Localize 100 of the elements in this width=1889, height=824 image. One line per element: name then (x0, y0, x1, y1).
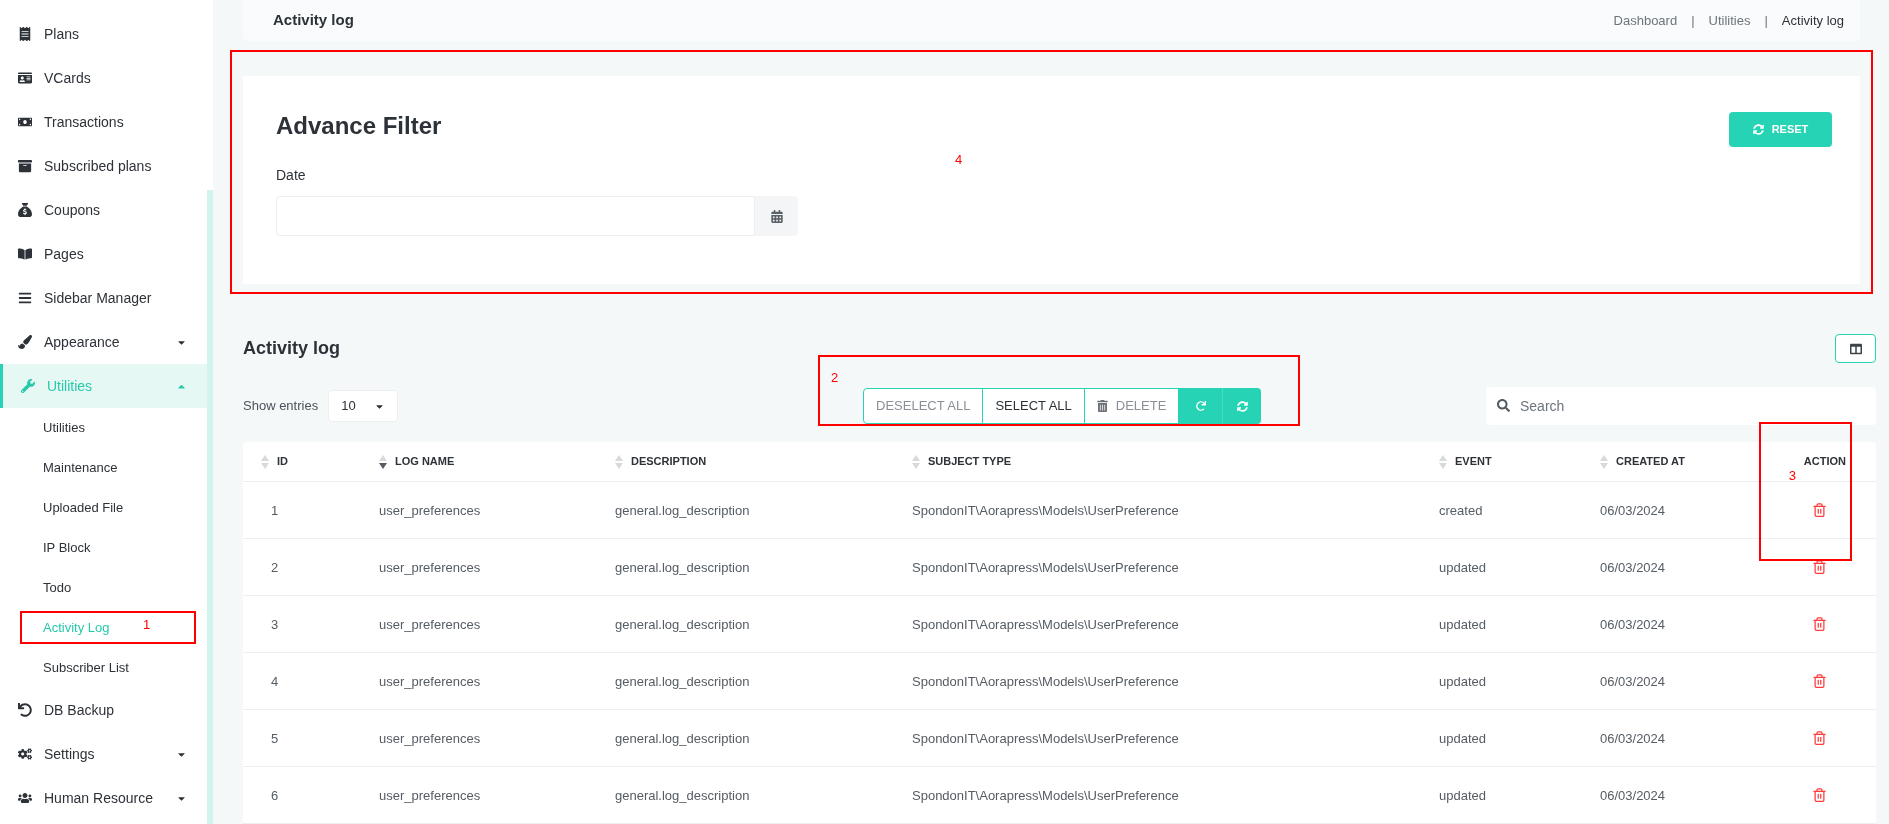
table-cell: SpondonIT\Aorapress\Models\UserPreference (912, 503, 1179, 518)
sidebar-subitem[interactable]: Subscriber List (43, 658, 129, 678)
annotation-number: 2 (831, 371, 839, 384)
book-icon (18, 247, 32, 261)
sidebar-item[interactable]: Subscribed plans (0, 144, 207, 188)
annotation-number: 1 (143, 618, 151, 631)
table-cell: 06/03/2024 (1600, 560, 1666, 575)
annotation-number: 4 (955, 153, 963, 166)
table-cell: 5 (271, 731, 279, 746)
section-title: Activity log (243, 337, 340, 360)
table-cell: 06/03/2024 (1600, 788, 1666, 803)
sidebar-item[interactable]: Coupons (0, 188, 207, 232)
table-cell: general.log_description (615, 674, 750, 689)
brush-icon (18, 335, 32, 349)
table-cell: 06/03/2024 (1600, 731, 1666, 746)
calendar-icon (770, 209, 783, 223)
calendar-button[interactable] (755, 196, 798, 236)
column-header[interactable]: CREATED AT (1616, 453, 1685, 470)
column-header[interactable]: ID (277, 453, 288, 470)
field-label: Date (276, 166, 307, 185)
breadcrumb-link[interactable]: Utilities (1708, 10, 1751, 31)
archive-icon (18, 159, 32, 173)
sidebar-item[interactable]: Settings (0, 732, 207, 776)
breadcrumb-link[interactable]: Dashboard (1613, 10, 1678, 31)
sidebar-item[interactable]: VCards (0, 56, 207, 100)
sidebar-subitem[interactable]: Utilities (43, 418, 85, 438)
sidebar-item[interactable]: Appearance (0, 320, 207, 364)
table-cell: user_preferences (379, 503, 481, 518)
sort-icon[interactable] (379, 454, 387, 469)
column-header[interactable]: EVENT (1455, 453, 1492, 470)
sidebar-item[interactable]: Pages (0, 232, 207, 276)
delete-icon[interactable] (1812, 730, 1827, 746)
sidebar-item[interactable]: Human Resource (0, 776, 207, 820)
table-cell: user_preferences (379, 617, 481, 632)
entries-select[interactable]: 10 (328, 390, 399, 422)
table-cell: updated (1439, 788, 1486, 803)
sidebar-item[interactable]: Transactions (0, 100, 207, 144)
undo-icon (18, 703, 32, 717)
show-entries-label: Show entries (243, 397, 319, 416)
table-cell: 3 (271, 617, 279, 632)
breadcrumb-separator: | (1691, 11, 1695, 30)
settings-icon (18, 747, 32, 761)
columns-icon (1849, 342, 1862, 355)
breadcrumb-current: Activity log (1781, 11, 1844, 30)
table-cell: 6 (271, 788, 279, 803)
scrollbar[interactable] (207, 190, 213, 824)
receipt-icon (18, 27, 32, 41)
table-cell: general.log_description (615, 560, 750, 575)
search-field[interactable]: Search (1486, 387, 1876, 425)
column-header[interactable]: ACTION (1803, 453, 1846, 470)
bulk-action-button[interactable]: SELECT ALL (982, 388, 1085, 424)
table-cell: SpondonIT\Aorapress\Models\UserPreference (912, 674, 1179, 689)
table-cell: user_preferences (379, 788, 481, 803)
table-cell: user_preferences (379, 674, 481, 689)
table-cell: general.log_description (615, 731, 750, 746)
refresh-icon (1752, 124, 1764, 135)
sidebar-subitem[interactable]: Todo (43, 578, 72, 598)
reload-icon (1195, 401, 1206, 411)
money-bag-icon (18, 203, 32, 217)
filter-title: Advance Filter (276, 111, 442, 141)
table-cell: 1 (271, 503, 279, 518)
column-header[interactable]: DESCRIPTION (631, 453, 707, 470)
table-cell: 4 (271, 674, 279, 689)
annotation-number: 3 (1788, 469, 1796, 482)
search-icon (1497, 399, 1510, 412)
table-cell: user_preferences (379, 560, 481, 575)
column-header[interactable]: LOG NAME (395, 453, 455, 470)
sidebar-subitem[interactable]: Maintenance (43, 458, 118, 478)
table-cell: updated (1439, 674, 1486, 689)
users-icon (18, 791, 32, 805)
table-cell: SpondonIT\Aorapress\Models\UserPreference (912, 731, 1179, 746)
sidebar-item[interactable]: Plans (0, 12, 207, 56)
delete-icon[interactable] (1812, 673, 1827, 689)
table-cell: created (1439, 503, 1483, 518)
column-header[interactable]: SUBJECT TYPE (928, 453, 1012, 470)
table-cell: 2 (271, 560, 279, 575)
table-cell: general.log_description (615, 617, 750, 632)
columns-toggle-button[interactable] (1835, 334, 1876, 363)
wrench-icon (21, 379, 35, 393)
table-cell: updated (1439, 617, 1486, 632)
table-cell: 06/03/2024 (1600, 617, 1666, 632)
menu-icon (18, 291, 32, 305)
table-cell: general.log_description (615, 503, 750, 518)
sidebar-subitem[interactable]: Uploaded File (43, 498, 124, 518)
id-card-icon (18, 71, 32, 85)
sidebar-item[interactable]: DB Backup (0, 688, 207, 732)
table-cell: general.log_description (615, 788, 750, 803)
delete-icon[interactable] (1812, 616, 1827, 632)
table-cell: SpondonIT\Aorapress\Models\UserPreference (912, 617, 1179, 632)
table-cell: updated (1439, 560, 1486, 575)
sidebar-subitem[interactable]: IP Block (43, 538, 91, 558)
sidebar-item[interactable]: Sidebar Manager (0, 276, 207, 320)
table-cell: SpondonIT\Aorapress\Models\UserPreference (912, 560, 1179, 575)
delete-icon[interactable] (1812, 787, 1827, 803)
table-cell: 06/03/2024 (1600, 503, 1666, 518)
table-cell: updated (1439, 731, 1486, 746)
table-cell: 06/03/2024 (1600, 674, 1666, 689)
delete-icon[interactable] (1812, 502, 1827, 518)
delete-icon[interactable] (1812, 559, 1827, 575)
table-cell: SpondonIT\Aorapress\Models\UserPreference (912, 788, 1179, 803)
